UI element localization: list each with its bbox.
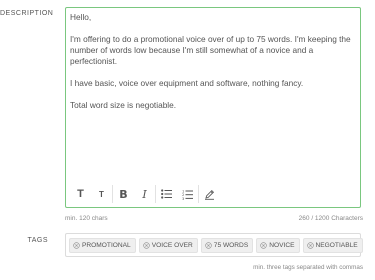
tag-label: VOICE OVER [151, 241, 193, 249]
tag-chip: VOICE OVER [138, 237, 198, 253]
heading-small-icon: T [99, 189, 104, 199]
tags-input[interactable]: PROMOTIONAL VOICE OVER 75 WORDS NOVICE N… [65, 233, 363, 257]
bullet-list-icon [161, 189, 172, 199]
remove-tag-icon[interactable] [205, 241, 212, 249]
bullet-list-button[interactable] [156, 183, 177, 205]
numbered-list-button[interactable]: 1 2 3 [177, 183, 198, 205]
pen-button[interactable] [199, 183, 220, 205]
svg-text:3: 3 [182, 196, 184, 199]
description-editor[interactable]: Hello, I'm offering to do a promotional … [65, 7, 361, 208]
description-paragraph: Total word size is negotiable. [70, 100, 177, 110]
tag-label: PROMOTIONAL [82, 241, 131, 249]
character-count: 260 / 1200 Characters [298, 215, 363, 222]
remove-tag-icon[interactable] [73, 241, 80, 249]
gig-description-form: DESCRIPTION Hello, I'm offering to do a … [0, 0, 375, 280]
italic-button[interactable]: I [134, 183, 155, 205]
bold-button[interactable]: B [113, 183, 134, 205]
numbered-list-icon: 1 2 3 [182, 189, 193, 200]
heading-large-button[interactable]: T [70, 183, 91, 205]
min-chars-hint: min. 120 chars [65, 215, 108, 222]
tag-chip: NOVICE [256, 237, 300, 253]
description-paragraph: I'm offering to do a promotional voice o… [70, 34, 351, 66]
tag-chip: NEGOTIABLE [302, 237, 363, 253]
tag-label: NEGOTIABLE [315, 241, 358, 249]
tag-label: 75 WORDS [213, 241, 249, 249]
heading-small-button[interactable]: T [91, 183, 112, 205]
remove-tag-icon[interactable] [260, 241, 267, 249]
description-text-area[interactable]: Hello, I'm offering to do a promotional … [70, 12, 356, 182]
tags-label: TAGS [27, 237, 48, 244]
remove-tag-icon[interactable] [306, 241, 314, 249]
description-paragraph: I have basic, voice over equipment and s… [70, 78, 304, 88]
description-label: DESCRIPTION [0, 10, 54, 17]
remove-tag-icon[interactable] [142, 241, 150, 249]
tag-chip: PROMOTIONAL [69, 237, 136, 253]
tag-chip: 75 WORDS [200, 237, 254, 253]
heading-large-icon: T [77, 188, 84, 200]
editor-toolbar: T T B I 1 2 3 [66, 181, 360, 207]
description-paragraph: Hello, [70, 12, 92, 22]
italic-icon: I [142, 187, 147, 201]
bold-icon: B [119, 187, 128, 201]
tag-label: NOVICE [269, 241, 295, 249]
pen-icon [205, 189, 215, 200]
tags-hint: min. three tags separated with commas [253, 264, 363, 271]
